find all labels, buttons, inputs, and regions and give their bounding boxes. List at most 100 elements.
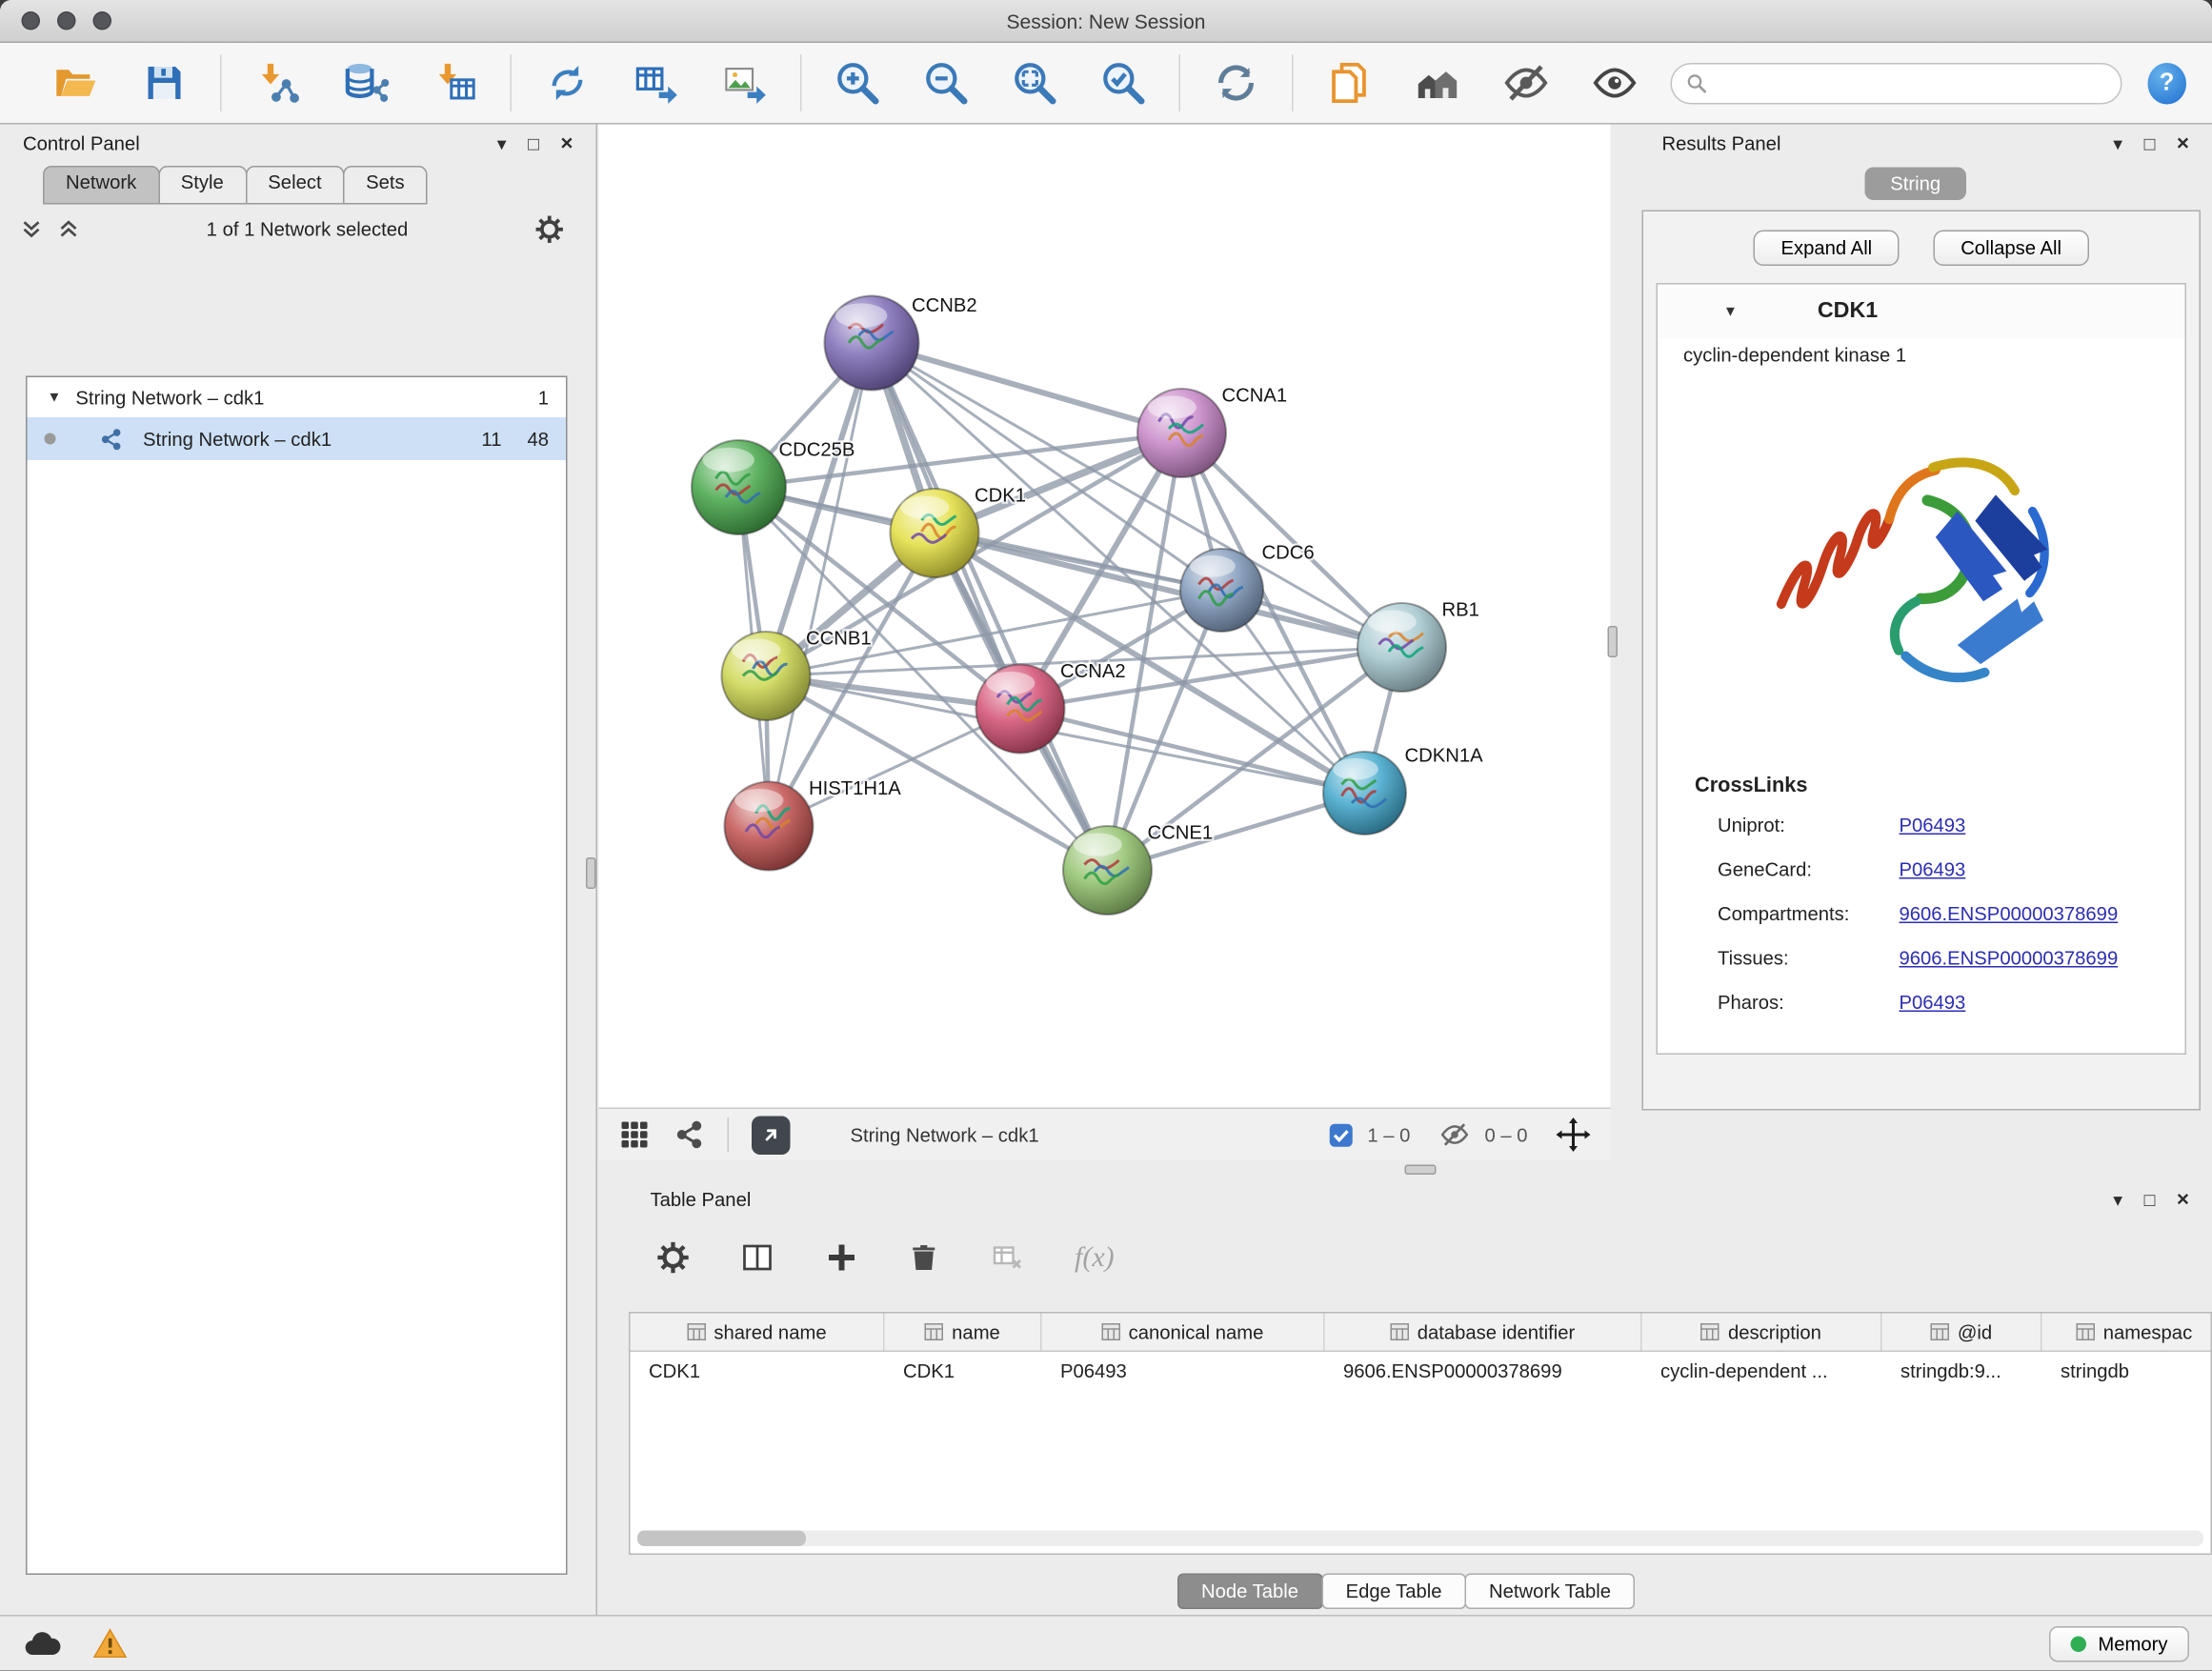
export-table-button[interactable] <box>629 54 683 111</box>
network-node[interactable]: CDKN1A <box>1323 746 1483 836</box>
network-node[interactable]: CCNA2 <box>976 661 1126 754</box>
network-node[interactable]: CCNB2 <box>825 295 977 391</box>
hide-selected-button[interactable] <box>1499 54 1554 111</box>
crosslink-uniprot[interactable]: P06493 <box>1900 811 1966 842</box>
table-horizontal-scrollbar[interactable] <box>637 1531 2203 1547</box>
tab-network[interactable]: Network <box>43 166 159 205</box>
memory-button[interactable]: Memory <box>2049 1625 2189 1661</box>
help-button[interactable]: ? <box>2147 62 2186 104</box>
close-panel-icon[interactable]: × <box>2177 132 2189 154</box>
zoom-out-button[interactable] <box>919 54 974 111</box>
export-view-button[interactable] <box>752 1116 791 1155</box>
column-header[interactable]: description <box>1642 1314 1882 1351</box>
collection-expand-icon[interactable]: ▼ <box>48 390 62 406</box>
network-edge[interactable] <box>766 343 872 676</box>
selected-checkbox-icon[interactable] <box>1329 1122 1354 1147</box>
show-columns-button[interactable] <box>739 1240 776 1275</box>
export-network-button[interactable] <box>540 54 594 111</box>
splitter-handle[interactable] <box>586 857 596 889</box>
zoom-fit-button[interactable] <box>1008 54 1062 111</box>
column-header[interactable]: canonical name <box>1042 1314 1325 1351</box>
create-column-button[interactable] <box>825 1240 859 1275</box>
table-row[interactable]: CDK1 CDK1 P06493 9606.ENSP00000378699 cy… <box>631 1352 2211 1391</box>
network-options-gear-icon[interactable] <box>534 213 565 244</box>
column-header[interactable]: namespac <box>2042 1314 2212 1351</box>
tab-select[interactable]: Select <box>245 166 344 205</box>
expand-all-button[interactable]: Expand All <box>1754 231 1900 267</box>
tab-string[interactable]: String <box>1864 167 1966 200</box>
network-node[interactable]: CCNB1 <box>722 629 872 721</box>
network-node[interactable]: HIST1H1A <box>725 778 902 871</box>
close-window-button[interactable] <box>22 11 41 30</box>
float-panel-icon[interactable]: ▾ <box>2113 1190 2122 1209</box>
save-session-button[interactable] <box>137 54 191 111</box>
collapse-all-networks-icon[interactable] <box>57 217 80 240</box>
cell-description[interactable]: cyclin-dependent ... <box>1642 1352 1882 1391</box>
export-image-button[interactable] <box>717 54 772 111</box>
crosslink-tissues[interactable]: 9606.ENSP00000378699 <box>1900 943 2119 975</box>
collapse-all-button[interactable]: Collapse All <box>1934 231 2089 267</box>
float-panel-icon[interactable]: ▾ <box>497 133 507 152</box>
splitter-handle[interactable] <box>1405 1165 1437 1176</box>
hidden-eye-slash-icon[interactable] <box>1438 1122 1470 1148</box>
close-panel-icon[interactable]: × <box>2177 1188 2189 1210</box>
fit-content-crosshair-icon[interactable] <box>1557 1117 1591 1152</box>
maximize-panel-icon[interactable]: □ <box>2144 1190 2156 1209</box>
search-box[interactable] <box>1671 62 2122 104</box>
column-header[interactable]: database identifier <box>1325 1314 1642 1351</box>
close-panel-icon[interactable]: × <box>560 132 573 154</box>
cell-canonical-name[interactable]: P06493 <box>1042 1352 1325 1391</box>
network-edge[interactable] <box>769 343 872 826</box>
crosslink-pharos[interactable]: P06493 <box>1900 988 1966 1019</box>
cell-name[interactable]: CDK1 <box>885 1352 1042 1391</box>
zoom-window-button[interactable] <box>93 11 112 30</box>
tab-node-table[interactable]: Node Table <box>1176 1574 1322 1610</box>
expand-all-networks-icon[interactable] <box>20 217 43 240</box>
crosslink-genecard[interactable]: P06493 <box>1900 855 1966 886</box>
import-table-from-file-button[interactable] <box>428 54 482 111</box>
network-view[interactable]: CCNB2CCNA1CDC25BCDK1CDC6RB1CCNB1CCNA2CDK… <box>599 125 1611 1161</box>
tab-style[interactable]: Style <box>158 166 247 205</box>
cell-shared-name[interactable]: CDK1 <box>631 1352 885 1391</box>
gene-expand-icon[interactable]: ▼ <box>1723 304 1738 320</box>
table-options-button[interactable] <box>656 1240 691 1275</box>
network-node[interactable]: RB1 <box>1357 600 1479 693</box>
minimize-window-button[interactable] <box>57 11 76 30</box>
tab-edge-table[interactable]: Edge Table <box>1321 1574 1466 1610</box>
scrollbar-thumb[interactable] <box>637 1531 806 1547</box>
tab-network-table[interactable]: Network Table <box>1465 1574 1636 1610</box>
delete-column-button[interactable] <box>908 1240 941 1275</box>
grid-view-icon[interactable] <box>619 1119 651 1151</box>
float-panel-icon[interactable]: ▾ <box>2113 133 2122 152</box>
first-neighbors-button[interactable] <box>1411 54 1465 111</box>
network-row[interactable]: String Network – cdk1 11 48 <box>28 417 567 460</box>
network-node[interactable]: CDC25B <box>692 440 855 534</box>
network-overview-icon[interactable] <box>674 1119 705 1151</box>
zoom-in-button[interactable] <box>831 54 885 111</box>
gene-card-header[interactable]: ▼ CDK1 <box>1658 285 2185 339</box>
crosslink-compartments[interactable]: 9606.ENSP00000378699 <box>1900 899 2119 931</box>
network-node[interactable]: CDK1 <box>891 486 1027 577</box>
tab-sets[interactable]: Sets <box>343 166 428 205</box>
column-header[interactable]: name <box>885 1314 1042 1351</box>
refresh-button[interactable] <box>1209 54 1263 111</box>
duplicate-network-button[interactable] <box>1322 54 1377 111</box>
maximize-panel-icon[interactable]: □ <box>2144 133 2156 152</box>
search-input[interactable] <box>1719 72 2106 94</box>
delete-table-button[interactable] <box>989 1240 1026 1275</box>
cloud-status-button[interactable] <box>23 1629 62 1658</box>
network-node[interactable]: CCNA1 <box>1137 386 1287 477</box>
import-network-from-database-button[interactable] <box>339 54 393 111</box>
column-header[interactable]: shared name <box>631 1314 885 1351</box>
splitter-handle[interactable] <box>1608 626 1619 657</box>
network-edge[interactable] <box>872 343 1182 433</box>
network-edge[interactable] <box>872 343 1108 871</box>
network-canvas[interactable]: CCNB2CCNA1CDC25BCDK1CDC6RB1CCNB1CCNA2CDK… <box>599 125 1611 1108</box>
network-collection-row[interactable]: ▼ String Network – cdk1 1 <box>28 377 567 417</box>
cell-namespace[interactable]: stringdb <box>2042 1352 2212 1391</box>
zoom-selected-button[interactable] <box>1096 54 1151 111</box>
network-node[interactable]: CCNE1 <box>1063 823 1213 916</box>
column-header[interactable]: @id <box>1882 1314 2042 1351</box>
show-all-button[interactable] <box>1588 54 1642 111</box>
maximize-panel-icon[interactable]: □ <box>528 133 539 152</box>
